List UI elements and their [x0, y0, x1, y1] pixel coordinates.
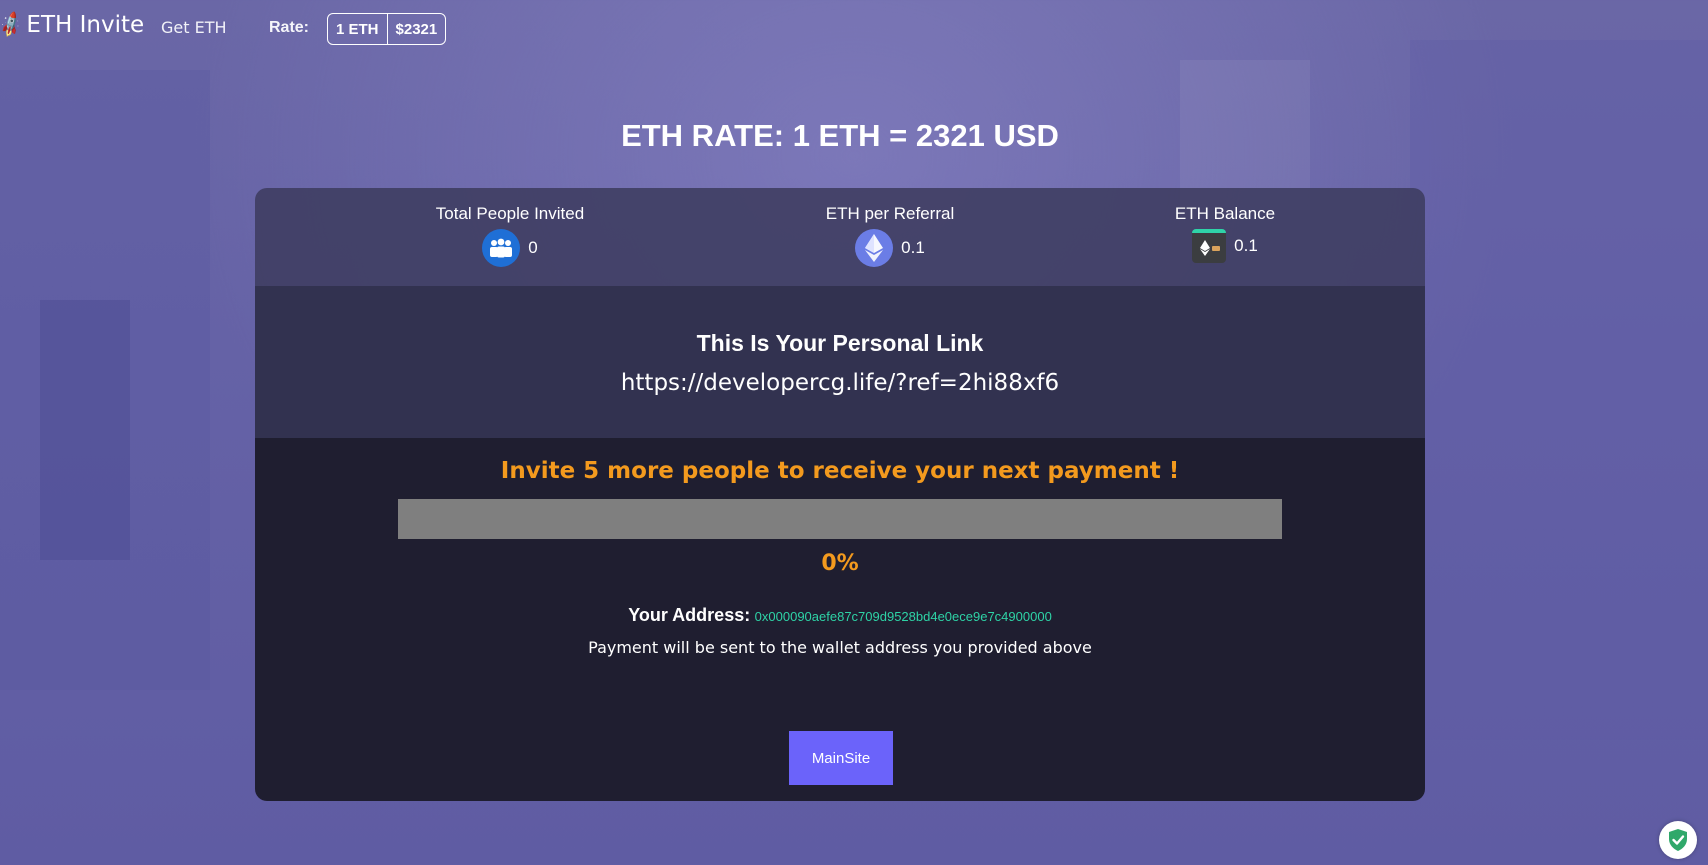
- rocket-icon: 🚀: [0, 10, 27, 40]
- wallet-icon: [1192, 229, 1227, 263]
- stat-eth-balance: ETH Balance 0.1: [1135, 204, 1315, 263]
- stat-total-invited: Total People Invited 0: [405, 204, 615, 267]
- referral-card: Total People Invited 0 ETH per Referral: [255, 188, 1425, 801]
- invite-progress-section: Invite 5 more people to receive your nex…: [255, 438, 1425, 801]
- stat-title: ETH per Referral: [825, 204, 955, 223]
- payment-note: Payment will be sent to the wallet addre…: [588, 638, 1092, 657]
- stat-title: Total People Invited: [435, 204, 585, 223]
- rate-value: $2321: [395, 20, 438, 38]
- address-label: Your Address:: [628, 605, 751, 625]
- background-building-left-inner: [40, 300, 130, 560]
- stat-title: ETH Balance: [1174, 204, 1276, 223]
- personal-link-title: This Is Your Personal Link: [696, 330, 984, 356]
- wallet-address: 0x000090aefe87c709d9528bd4e0ece9e7c49000…: [754, 609, 1052, 624]
- stat-eth-per-referral: ETH per Referral 0.1: [785, 204, 995, 267]
- brand-link[interactable]: 🚀 ETH Invite: [0, 10, 144, 40]
- personal-link-url[interactable]: https://developercg.life/?ref=2hi88xf6: [255, 370, 1425, 396]
- rate-badge: 1 ETH $2321: [327, 13, 447, 45]
- invite-message: Invite 5 more people to receive your nex…: [500, 458, 1180, 484]
- rate-unit: 1 ETH: [336, 20, 379, 38]
- mainsite-button[interactable]: MainSite: [789, 731, 893, 785]
- ethereum-icon: [855, 229, 894, 267]
- eth-rate-headline: ETH RATE: 1 ETH = 2321 USD: [621, 118, 1059, 153]
- get-eth-link[interactable]: Get ETH: [161, 18, 227, 37]
- personal-link-section: This Is Your Personal Link https://devel…: [255, 286, 1425, 438]
- rate-label: Rate:: [269, 19, 310, 36]
- navbar: 🚀 ETH Invite Get ETH Rate: 1 ETH $2321: [0, 0, 1708, 56]
- progress-bar: [398, 499, 1282, 539]
- people-icon: [482, 229, 521, 267]
- shield-check-icon[interactable]: [1659, 821, 1697, 859]
- stats-bar: Total People Invited 0 ETH per Referral: [255, 188, 1425, 286]
- address-row: Your Address: 0x000090aefe87c709d9528bd4…: [255, 605, 1425, 626]
- progress-percent: 0%: [821, 551, 859, 576]
- brand-name: ETH Invite: [26, 12, 145, 38]
- stat-value: 0.1: [1234, 236, 1258, 255]
- stat-value: 0.1: [901, 238, 925, 257]
- stat-value: 0: [528, 238, 538, 257]
